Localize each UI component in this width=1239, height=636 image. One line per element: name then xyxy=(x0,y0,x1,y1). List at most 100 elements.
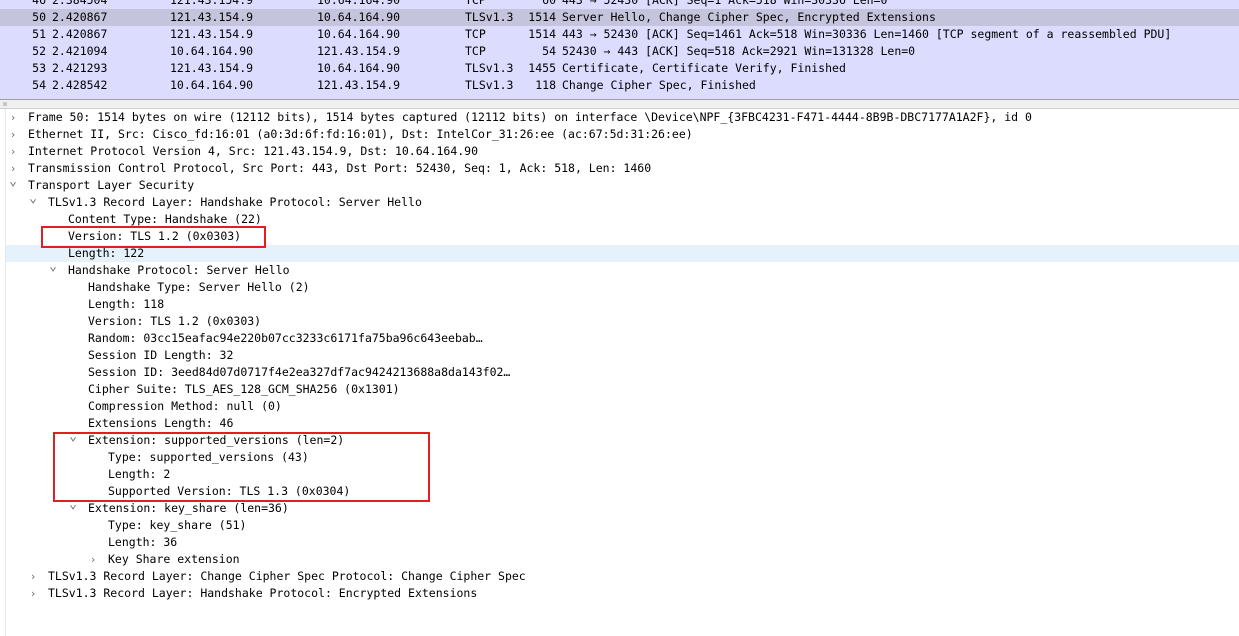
packet-row[interactable]: 53 2.421293 121.43.154.9 10.64.164.90 TLSv1.… xyxy=(0,60,1239,77)
packet-row[interactable]: 54 2.428542 10.64.164.90 121.43.154.9 TLSv1.… xyxy=(0,77,1239,94)
tree-node[interactable]: ⌄ Handshake Protocol: Server Hello xyxy=(6,259,1239,279)
packet-info: 443 → 52430 [ACK] Seq=1 Ack=518 Win=3033… xyxy=(562,0,888,7)
tree-node-label: Length: 2 xyxy=(108,467,171,481)
packet-destination: 121.43.154.9 xyxy=(317,44,401,58)
packet-details-tree[interactable]: › Frame 50: 1514 bytes on wire (12112 bit… xyxy=(0,109,1239,636)
packet-row[interactable]: 50 2.420867 121.43.154.9 10.64.164.90 TLSv1.… xyxy=(0,9,1239,26)
packet-length: 118 xyxy=(535,78,556,92)
tree-node-label: Compression Method: null (0) xyxy=(88,399,282,413)
tree-node-label: Extension: supported_versions (len=2) xyxy=(88,433,345,447)
chevron-right-icon[interactable]: › xyxy=(27,585,39,602)
tree-node-label: Type: key_share (51) xyxy=(108,518,247,532)
tree-node-label: Transmission Control Protocol, Src Port:… xyxy=(28,161,652,175)
chevron-right-icon[interactable]: › xyxy=(7,126,19,143)
tree-node[interactable]: Type: supported_versions (43) xyxy=(6,449,1239,466)
packet-destination: 10.64.164.90 xyxy=(317,61,401,75)
packet-info: 443 → 52430 [ACK] Seq=1461 Ack=518 Win=3… xyxy=(562,27,1172,41)
packet-protocol: TLSv1.3 xyxy=(465,10,514,24)
packet-time: 2.428542 xyxy=(52,78,108,92)
tree-node[interactable]: Type: key_share (51) xyxy=(6,517,1239,534)
packet-info: Certificate, Certificate Verify, Finishe… xyxy=(562,61,846,75)
tree-node[interactable]: Handshake Type: Server Hello (2) xyxy=(6,279,1239,296)
packet-source: 121.43.154.9 xyxy=(170,10,254,24)
tree-node[interactable]: Random: 03cc15eafac94e220b07cc3233c6171f… xyxy=(6,330,1239,347)
tree-node[interactable]: › TLSv1.3 Record Layer: Change Cipher Spe… xyxy=(6,568,1239,585)
tree-node[interactable]: Version: TLS 1.2 (0x0303) xyxy=(6,313,1239,330)
tree-node[interactable]: ⌄ Transport Layer Security xyxy=(6,174,1239,194)
chevron-down-icon[interactable]: ⌄ xyxy=(47,258,59,275)
pane-splitter[interactable] xyxy=(0,99,1239,109)
tree-node[interactable]: › Internet Protocol Version 4, Src: 121.4… xyxy=(6,143,1239,160)
tree-node[interactable]: Session ID Length: 32 xyxy=(6,347,1239,364)
packet-row[interactable]: 51 2.420867 121.43.154.9 10.64.164.90 TCP 151… xyxy=(0,26,1239,43)
tree-node-label: Internet Protocol Version 4, Src: 121.43… xyxy=(28,144,479,158)
tree-node-label: Type: supported_versions (43) xyxy=(108,450,309,464)
tree-node-label: Ethernet II, Src: Cisco_fd:16:01 (a0:3d:… xyxy=(28,127,693,141)
tree-node[interactable]: Extensions Length: 46 xyxy=(6,415,1239,432)
tree-node-label: TLSv1.3 Record Layer: Change Cipher Spec… xyxy=(48,569,526,583)
packet-info: 52430 → 443 [ACK] Seq=518 Ack=2921 Win=1… xyxy=(562,44,916,58)
tree-node[interactable]: Version: TLS 1.2 (0x0303) xyxy=(6,228,1239,245)
packet-source: 10.64.164.90 xyxy=(170,44,254,58)
packet-protocol: TCP xyxy=(465,27,486,41)
packet-destination: 10.64.164.90 xyxy=(317,0,401,7)
tree-node-label: Extensions Length: 46 xyxy=(88,416,234,430)
splitter-grip[interactable] xyxy=(3,102,7,106)
packet-destination: 10.64.164.90 xyxy=(317,10,401,24)
chevron-down-icon[interactable]: ⌄ xyxy=(7,173,19,190)
chevron-right-icon[interactable]: › xyxy=(7,109,19,126)
tree-node[interactable]: Length: 118 xyxy=(6,296,1239,313)
packet-destination: 121.43.154.9 xyxy=(317,78,401,92)
tree-node[interactable]: Cipher Suite: TLS_AES_128_GCM_SHA256 (0x… xyxy=(6,381,1239,398)
tree-node-label: Content Type: Handshake (22) xyxy=(68,212,262,226)
tree-node[interactable]: Content Type: Handshake (22) xyxy=(6,211,1239,228)
chevron-down-icon[interactable]: ⌄ xyxy=(67,428,79,445)
packet-time: 2.420867 xyxy=(52,10,108,24)
packet-no: 53 xyxy=(32,61,46,75)
tree-node-label: Length: 36 xyxy=(108,535,178,549)
tree-node[interactable]: ⌄ Extension: key_share (len=36) xyxy=(6,497,1239,517)
tree-node[interactable]: › TLSv1.3 Record Layer: Handshake Protoco… xyxy=(6,585,1239,602)
tree-node[interactable]: Length: 122 xyxy=(6,245,1239,262)
packet-time: 2.420867 xyxy=(52,27,108,41)
packet-source: 10.64.164.90 xyxy=(170,78,254,92)
tree-node[interactable]: ⌄ Extension: supported_versions (len=2) xyxy=(6,429,1239,449)
left-gutter xyxy=(0,109,6,636)
packet-no: 50 xyxy=(32,10,46,24)
tree-node[interactable]: ⌄ TLSv1.3 Record Layer: Handshake Protoco… xyxy=(6,191,1239,211)
tree-node-label: Frame 50: 1514 bytes on wire (12112 bits… xyxy=(28,110,1032,124)
packet-list[interactable]: 46 2.384504 121.43.154.9 10.64.164.90 TCP 60 4… xyxy=(0,0,1239,99)
packet-no: 46 xyxy=(32,0,46,7)
tree-node[interactable]: Compression Method: null (0) xyxy=(6,398,1239,415)
packet-row[interactable]: 52 2.421094 10.64.164.90 121.43.154.9 TCP 54 5… xyxy=(0,43,1239,60)
tree-node[interactable]: › Ethernet II, Src: Cisco_fd:16:01 (a0:3d… xyxy=(6,126,1239,143)
tree-node-label: TLSv1.3 Record Layer: Handshake Protocol… xyxy=(48,586,478,600)
tree-node[interactable]: › Transmission Control Protocol, Src Port… xyxy=(6,160,1239,177)
packet-no: 54 xyxy=(32,78,46,92)
packet-length: 1514 xyxy=(528,27,556,41)
tree-node[interactable]: Length: 2 xyxy=(6,466,1239,483)
packet-protocol: TCP xyxy=(465,44,486,58)
packet-info: Server Hello, Change Cipher Spec, Encryp… xyxy=(562,10,936,24)
tree-node-label: Handshake Type: Server Hello (2) xyxy=(88,280,310,294)
tree-node[interactable]: › Frame 50: 1514 bytes on wire (12112 bit… xyxy=(6,109,1239,126)
chevron-down-icon[interactable]: ⌄ xyxy=(67,496,79,513)
packet-row[interactable]: 46 2.384504 121.43.154.9 10.64.164.90 TCP 60 4… xyxy=(0,0,1239,9)
packet-time: 2.421293 xyxy=(52,61,108,75)
tree-node-label: Version: TLS 1.2 (0x0303) xyxy=(68,229,242,243)
packet-protocol: TLSv1.3 xyxy=(465,78,514,92)
packet-destination: 10.64.164.90 xyxy=(317,27,401,41)
chevron-right-icon[interactable]: › xyxy=(87,551,99,568)
tree-node-label: Random: 03cc15eafac94e220b07cc3233c6171f… xyxy=(88,331,483,345)
tree-node[interactable]: Session ID: 3eed84d07d0717f4e2ea327df7ac… xyxy=(6,364,1239,381)
tree-node[interactable]: Supported Version: TLS 1.3 (0x0304) xyxy=(6,483,1239,500)
chevron-right-icon[interactable]: › xyxy=(27,568,39,585)
chevron-right-icon[interactable]: › xyxy=(7,143,19,160)
tree-node-label: Transport Layer Security xyxy=(28,178,195,192)
tree-node[interactable]: Length: 36 xyxy=(6,534,1239,551)
tree-node[interactable]: › Key Share extension xyxy=(6,551,1239,568)
tree-node-label: Length: 122 xyxy=(68,246,145,260)
chevron-down-icon[interactable]: ⌄ xyxy=(27,190,39,207)
packet-length: 1514 xyxy=(528,10,556,24)
packet-info: Change Cipher Spec, Finished xyxy=(562,78,756,92)
